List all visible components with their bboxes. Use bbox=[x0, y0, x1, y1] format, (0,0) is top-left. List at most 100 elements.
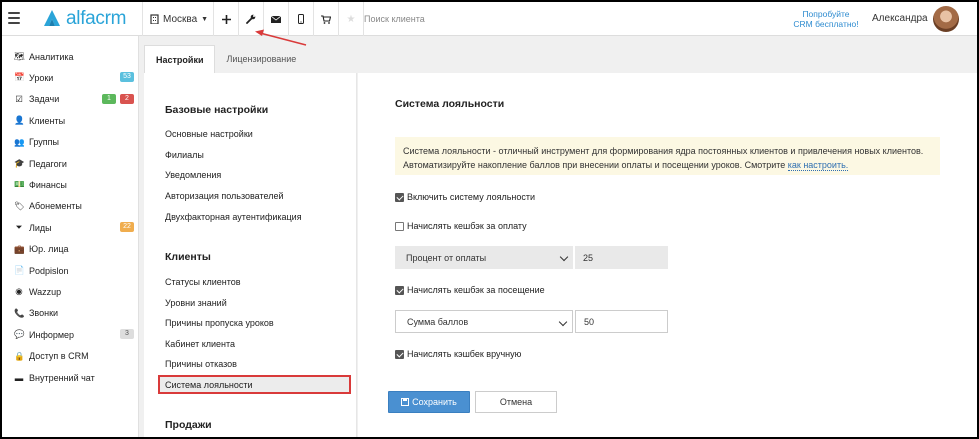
input-value: 25 bbox=[583, 252, 594, 263]
user-icon: 👤 bbox=[14, 115, 25, 126]
chat-icon: 💬 bbox=[14, 329, 25, 340]
cart-icon bbox=[321, 14, 331, 24]
loyalty-settings-panel: Система лояльности Система лояльности - … bbox=[358, 73, 977, 437]
visit-value-input[interactable]: 50 bbox=[575, 310, 668, 333]
city-selector[interactable]: Москва ▼ bbox=[150, 2, 208, 36]
menu-link-main-settings[interactable]: Основные настройки bbox=[165, 129, 253, 139]
sidebar-item[interactable]: 💼 Юр. лица bbox=[2, 239, 139, 260]
settings-menu: Базовые настройки Основные настройки Фил… bbox=[144, 73, 357, 437]
chevron-down-icon bbox=[559, 252, 569, 262]
input-value: 50 bbox=[584, 316, 595, 327]
calendar-icon: 📅 bbox=[14, 72, 25, 83]
checkbox-label: Начислять кешбэк за оплату bbox=[407, 221, 527, 231]
mail-button[interactable] bbox=[264, 2, 288, 36]
settings-button[interactable] bbox=[239, 2, 263, 36]
top-bar: alfacrm Москва ▼ ★ Поиск клиента Попробу… bbox=[2, 2, 977, 36]
tab-settings[interactable]: Настройки bbox=[144, 45, 216, 73]
save-button[interactable]: Сохранить bbox=[388, 391, 470, 413]
checkbox-icon bbox=[395, 285, 404, 295]
save-label: Сохранить bbox=[412, 397, 457, 407]
checkbox-icon bbox=[395, 192, 404, 202]
sidebar-item[interactable]: 📅 Уроки 53 bbox=[2, 67, 139, 88]
sidebar-item-label: Аналитика bbox=[29, 51, 74, 62]
page-title: Система лояльности bbox=[395, 98, 505, 110]
checkbox-label: Начислять кешбэк за посещение bbox=[407, 285, 545, 295]
visit-mode-select[interactable]: Сумма баллов bbox=[395, 310, 573, 333]
logo[interactable]: alfacrm bbox=[42, 8, 127, 30]
sidebar-item[interactable]: 👤 Клиенты bbox=[2, 110, 139, 131]
menu-link-user-auth[interactable]: Авторизация пользователей bbox=[165, 191, 284, 201]
city-label: Москва bbox=[163, 13, 198, 25]
select-value: Процент от оплаты bbox=[406, 252, 487, 263]
cashback-payment-checkbox[interactable]: Начислять кешбэк за оплату bbox=[395, 221, 527, 231]
section-heading-sales: Продажи bbox=[165, 419, 212, 431]
phone-icon: 📞 bbox=[14, 307, 25, 318]
sidebar-item[interactable]: 🔒 Доступ в CRM bbox=[2, 346, 139, 367]
briefcase-icon: 💼 bbox=[14, 243, 25, 254]
menu-link-label: Система лояльности bbox=[165, 379, 253, 390]
sidebar-item[interactable]: ⏷ Лиды 22 bbox=[2, 217, 139, 238]
phone-button[interactable] bbox=[289, 2, 313, 36]
lock-icon: 🔒 bbox=[14, 350, 25, 361]
tab-bar: Настройки Лицензирование bbox=[144, 45, 307, 73]
sidebar-item[interactable]: 🏷 Абонементы bbox=[2, 196, 139, 217]
how-to-setup-link[interactable]: как настроить. bbox=[787, 160, 849, 171]
sidebar-item[interactable]: 🗺 Аналитика bbox=[2, 46, 139, 67]
sidebar-item[interactable]: 💵 Финансы bbox=[2, 174, 139, 195]
menu-link-knowledge-levels[interactable]: Уровни знаний bbox=[165, 298, 227, 308]
add-button[interactable] bbox=[214, 2, 238, 36]
section-heading-clients: Клиенты bbox=[165, 251, 211, 263]
tab-licensing[interactable]: Лицензирование bbox=[215, 45, 307, 73]
sidebar-item-label: Уроки bbox=[29, 72, 54, 83]
favorites-button[interactable]: ★ bbox=[339, 2, 363, 36]
menu-link-client-statuses[interactable]: Статусы клиентов bbox=[165, 277, 241, 287]
sidebar-item-label: Задачи bbox=[29, 94, 60, 105]
sidebar-item[interactable]: ☑ Задачи 2 1 bbox=[2, 89, 139, 110]
cashback-visit-checkbox[interactable]: Начислять кешбэк за посещение bbox=[395, 285, 545, 295]
chevron-down-icon bbox=[558, 317, 568, 327]
payment-value-input[interactable]: 25 bbox=[575, 246, 668, 269]
checkbox-icon bbox=[395, 221, 404, 231]
sidebar-item[interactable]: ◉ Wazzup bbox=[2, 281, 139, 302]
menu-link-refusal-reasons[interactable]: Причины отказов bbox=[165, 359, 237, 369]
count-badge: 3 bbox=[120, 329, 134, 340]
trial-line-2: CRM бесплатно! bbox=[793, 19, 859, 29]
sidebar-item-label: Финансы bbox=[29, 179, 67, 190]
sidebar-item-label: Юр. лица bbox=[29, 244, 69, 255]
menu-link-branches[interactable]: Филиалы bbox=[165, 150, 204, 160]
avatar[interactable] bbox=[933, 6, 959, 32]
sidebar-item[interactable]: ▬ Внутренний чат bbox=[2, 367, 139, 388]
plus-icon bbox=[221, 14, 231, 24]
tasks-icon: ☑ bbox=[15, 93, 23, 104]
app-window: alfacrm Москва ▼ ★ Поиск клиента Попробу… bbox=[2, 2, 977, 437]
tag-icon: 🏷 bbox=[14, 200, 25, 211]
sidebar-item[interactable]: 📄 Podpislon bbox=[2, 260, 139, 281]
save-icon bbox=[401, 398, 410, 406]
cart-button[interactable] bbox=[314, 2, 338, 36]
search-input[interactable] bbox=[364, 11, 544, 27]
sidebar-item[interactable]: 👥 Группы bbox=[2, 132, 139, 153]
sidebar-item-label: Клиенты bbox=[29, 115, 66, 126]
user-name[interactable]: Александра bbox=[872, 13, 928, 24]
payment-mode-select[interactable]: Процент от оплаты bbox=[395, 246, 573, 269]
trial-link[interactable]: Попробуйте CRM бесплатно! bbox=[788, 9, 864, 29]
whatsapp-icon: ◉ bbox=[15, 286, 23, 297]
sidebar-item[interactable]: 💬 Информер 3 bbox=[2, 324, 139, 345]
enable-loyalty-checkbox[interactable]: Включить систему лояльности bbox=[395, 192, 535, 202]
manual-cashback-checkbox[interactable]: Начислять кэшбек вручную bbox=[395, 349, 521, 359]
phone-icon bbox=[298, 14, 304, 24]
select-value: Сумма баллов bbox=[407, 316, 469, 327]
menu-icon[interactable] bbox=[8, 12, 20, 24]
menu-link-loyalty-system[interactable]: Система лояльности bbox=[158, 375, 351, 394]
menu-link-client-cabinet[interactable]: Кабинет клиента bbox=[165, 339, 235, 349]
mail-icon bbox=[271, 15, 281, 23]
menu-link-2fa[interactable]: Двухфакторная аутентификация bbox=[165, 212, 302, 222]
sidebar-item-label: Лиды bbox=[29, 222, 52, 233]
cancel-button[interactable]: Отмена bbox=[475, 391, 557, 413]
sidebar-item[interactable]: 📞 Звонки bbox=[2, 303, 139, 324]
count-badge: 2 bbox=[120, 93, 134, 104]
menu-link-absence-reasons[interactable]: Причины пропуска уроков bbox=[165, 318, 274, 328]
menu-link-notifications[interactable]: Уведомления bbox=[165, 170, 221, 180]
info-banner: Система лояльности - отличный инструмент… bbox=[395, 137, 940, 175]
sidebar-item[interactable]: 🎓 Педагоги bbox=[2, 153, 139, 174]
